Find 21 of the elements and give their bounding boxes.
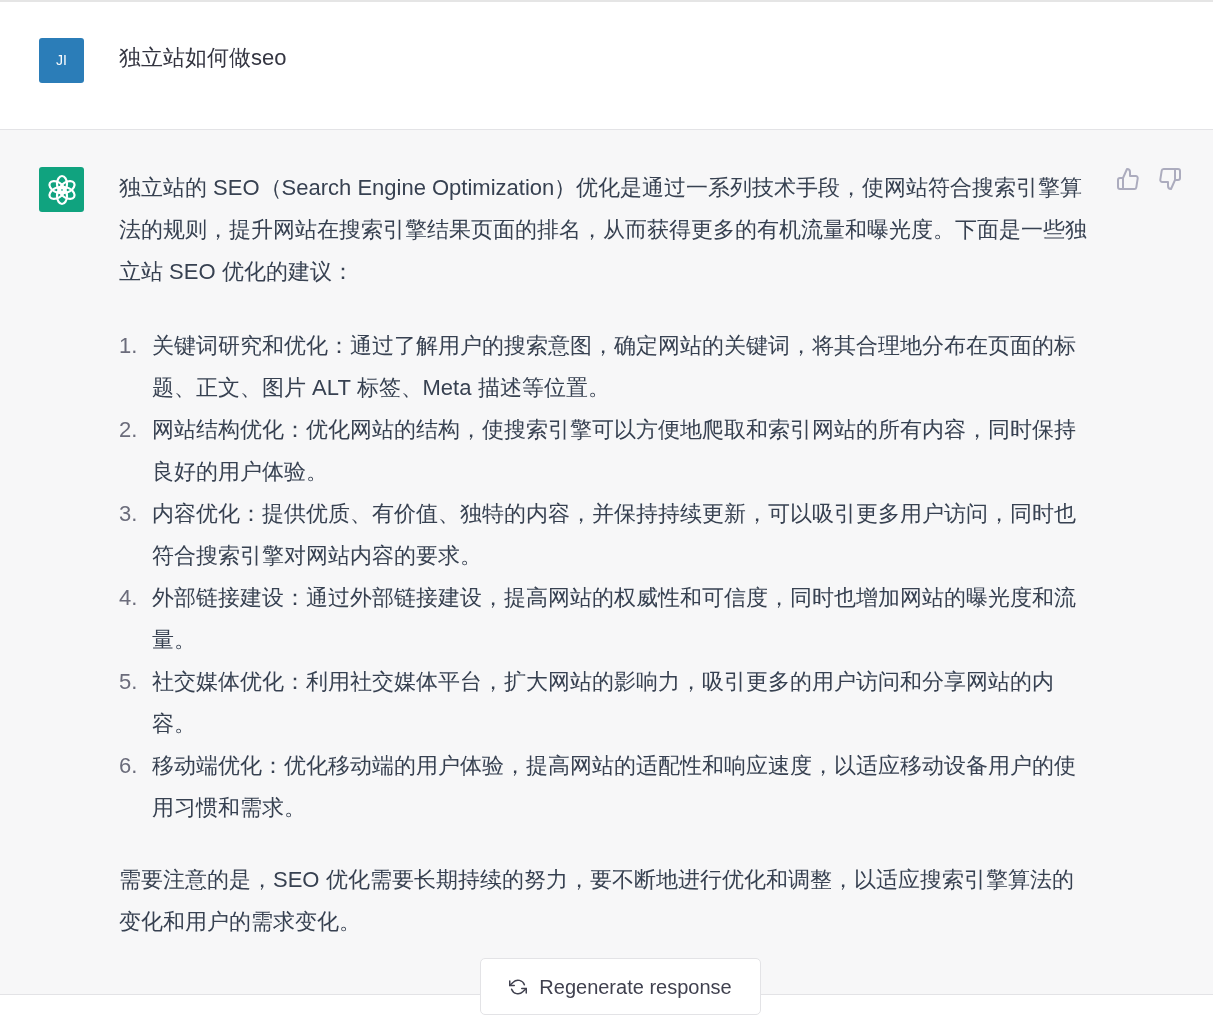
list-item-text: 社交媒体优化：利用社交媒体平台，扩大网站的影响力，吸引更多的用户访问和分享网站的内容。 bbox=[152, 668, 1055, 738]
list-item-text: 移动端优化：优化移动端的用户体验，提高网站的适配性和响应速度，以适应移动设备用户的使用习惯和需求。 bbox=[152, 752, 1077, 822]
knot-icon bbox=[45, 173, 78, 206]
user-avatar: JI bbox=[39, 38, 84, 83]
list-item-text: 网站结构优化：优化网站的结构，使搜索引擎可以方便地爬取和索引网站的所有内容，同时保持良好的用户体验。 bbox=[152, 416, 1077, 486]
list-number: 1. bbox=[119, 332, 139, 360]
list-item-text: 内容优化：提供优质、有价值、独特的内容，并保持持续更新，可以吸引更多用户访问，同时也符合搜索引擎对网站内容的要求。 bbox=[152, 500, 1077, 570]
list-number: 6. bbox=[119, 752, 139, 780]
user-message: 独立站如何做seo bbox=[119, 44, 287, 72]
thumbs-down-icon[interactable] bbox=[1158, 167, 1182, 191]
list-item-text: 外部链接建设：通过外部链接建设，提高网站的权威性和可信度，同时也增加网站的曝光度和流量。 bbox=[152, 584, 1077, 654]
regenerate-response-button[interactable]: Regenerate response bbox=[480, 958, 761, 1015]
response-paragraph: 需要注意的是，SEO 优化需要长期持续的努力，要不断地进行优化和调整，以适应搜索引擎算法的变化和用户的需求变化。 bbox=[119, 866, 1075, 936]
list-number: 4. bbox=[119, 584, 139, 612]
list-number: 5. bbox=[119, 668, 139, 696]
response-paragraph: 独立站的 SEO（Search Engine Optimization）优化是通过一系列技术手段，使网站符合搜索引擎算法的规则，提升网站在搜索引擎结果页面的排名，从而获得更多的有机流量和曝光度。下面是一些独立站 SEO 优化的建议： bbox=[119, 174, 1088, 286]
refresh-icon bbox=[509, 977, 528, 996]
list-number: 2. bbox=[119, 416, 139, 444]
thumbs-up-icon[interactable] bbox=[1116, 167, 1140, 191]
list-item-text: 关键词研究和优化：通过了解用户的搜索意图，确定网站的关键词，将其合理地分布在页面的标题、正文、图片 ALT 标签、Meta 描述等位置。 bbox=[152, 332, 1077, 402]
list-number: 3. bbox=[119, 500, 139, 528]
